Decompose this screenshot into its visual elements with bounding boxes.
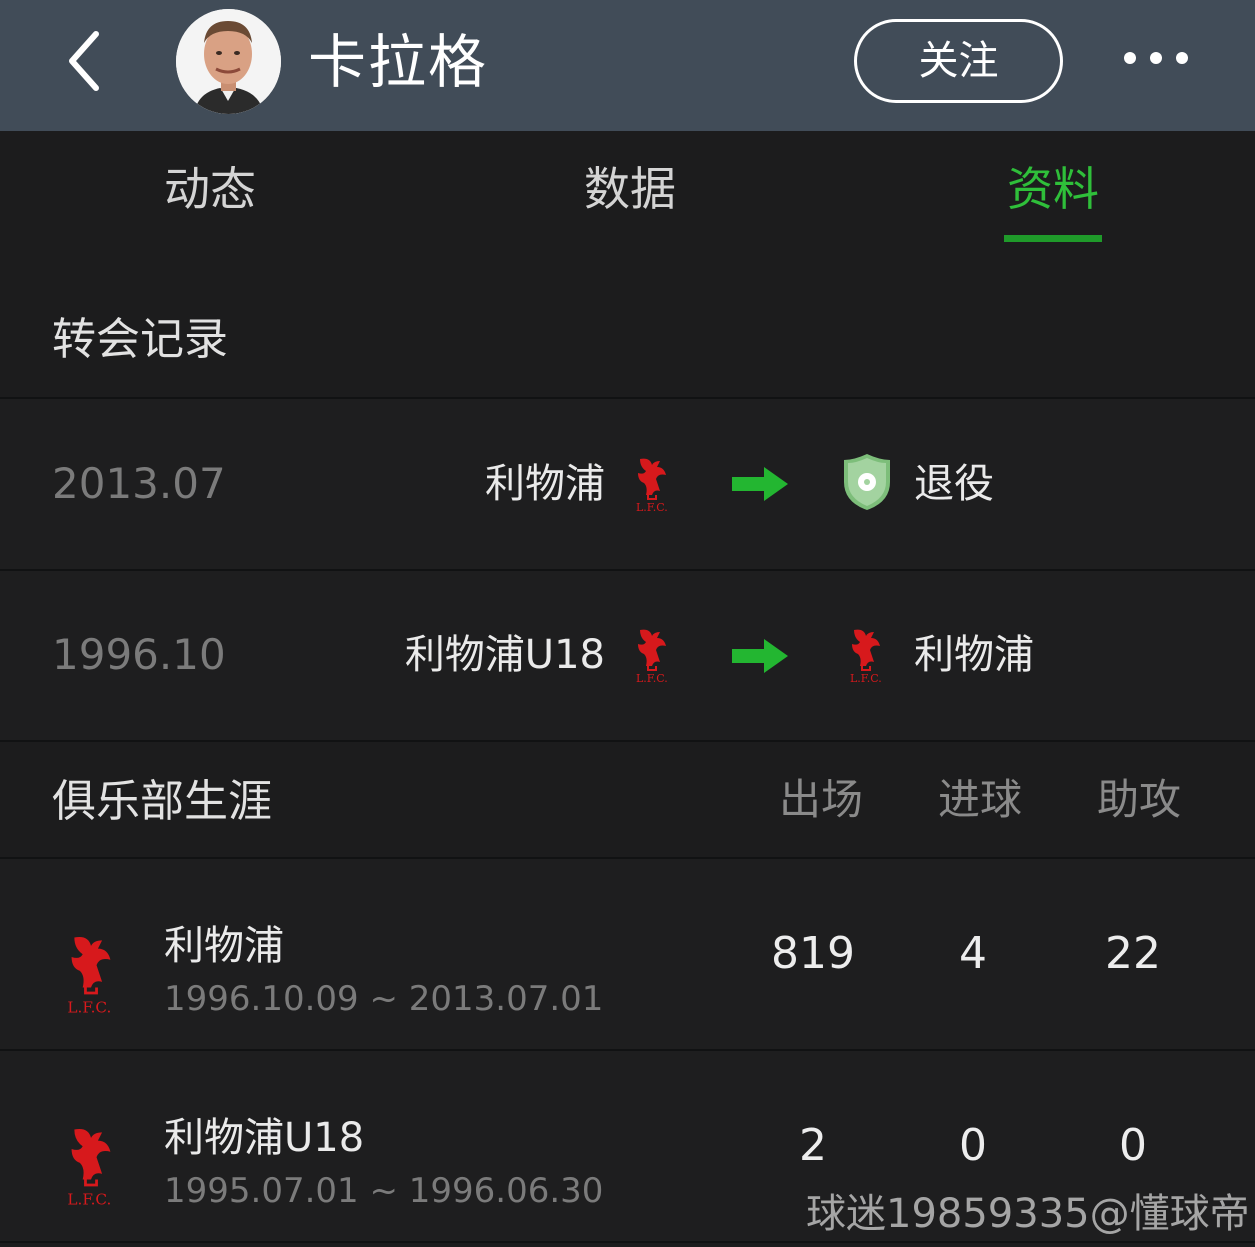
lfc-crest-icon: L.F.C. xyxy=(66,932,116,1018)
tab-bar: 动态 数据 资料 xyxy=(0,131,1255,261)
retired-shield-icon xyxy=(842,452,892,512)
back-button[interactable] xyxy=(62,28,112,94)
avatar[interactable] xyxy=(176,9,281,114)
transfer-date: 1996.10 xyxy=(52,630,226,679)
lfc-crest-icon: L.F.C. xyxy=(848,626,884,685)
arrow-right-icon xyxy=(732,639,788,673)
lfc-crest-icon: L.F.C. xyxy=(634,455,670,514)
svg-text:L.F.C.: L.F.C. xyxy=(636,501,668,513)
transfer-date: 2013.07 xyxy=(52,459,226,508)
svg-text:L.F.C.: L.F.C. xyxy=(67,998,111,1016)
top-bar: 卡拉格 关注 xyxy=(0,0,1255,131)
transfer-section-title: 转会记录 xyxy=(52,314,228,365)
lfc-crest-icon: L.F.C. xyxy=(66,1124,116,1210)
transfer-to-club: 利物浦 xyxy=(914,632,1034,678)
active-tab-indicator xyxy=(1004,235,1102,242)
transfer-to-club: 退役 xyxy=(914,461,994,507)
chevron-left-icon xyxy=(69,31,99,91)
lfc-crest-icon: L.F.C. xyxy=(634,626,670,685)
tab-activity[interactable]: 动态 xyxy=(110,159,310,219)
player-photo xyxy=(176,9,281,114)
follow-button[interactable]: 关注 xyxy=(854,19,1063,103)
stat-assists: 0 xyxy=(1119,1120,1147,1171)
svg-text:L.F.C.: L.F.C. xyxy=(67,1190,111,1208)
club-name: 利物浦 xyxy=(164,923,284,969)
column-header-apps: 出场 xyxy=(778,775,863,824)
column-header-assists: 助攻 xyxy=(1096,775,1181,824)
club-dates: 1996.10.09 ~ 2013.07.01 xyxy=(164,979,604,1019)
more-options-button[interactable] xyxy=(1118,40,1194,76)
stat-assists: 22 xyxy=(1105,928,1161,979)
tab-profile[interactable]: 资料 xyxy=(953,159,1153,219)
transfer-from-club: 利物浦U18 xyxy=(404,632,605,678)
transfer-from-club: 利物浦 xyxy=(485,461,605,507)
svg-text:L.F.C.: L.F.C. xyxy=(850,672,882,684)
more-dots-icon xyxy=(1124,52,1188,64)
divider xyxy=(0,740,1255,742)
player-name: 卡拉格 xyxy=(308,28,489,96)
svg-text:L.F.C.: L.F.C. xyxy=(636,672,668,684)
stat-goals: 0 xyxy=(959,1120,987,1171)
tab-stats[interactable]: 数据 xyxy=(530,159,730,219)
column-header-goals: 进球 xyxy=(937,775,1022,824)
club-dates: 1995.07.01 ~ 1996.06.30 xyxy=(164,1171,604,1211)
arrow-right-icon xyxy=(732,467,788,501)
stat-apps: 819 xyxy=(771,928,855,979)
stat-apps: 2 xyxy=(799,1120,827,1171)
club-name: 利物浦U18 xyxy=(164,1115,365,1161)
career-section-title: 俱乐部生涯 xyxy=(52,776,272,827)
watermark: 球迷19859335@懂球帝 xyxy=(806,1191,1250,1237)
stat-goals: 4 xyxy=(959,928,987,979)
